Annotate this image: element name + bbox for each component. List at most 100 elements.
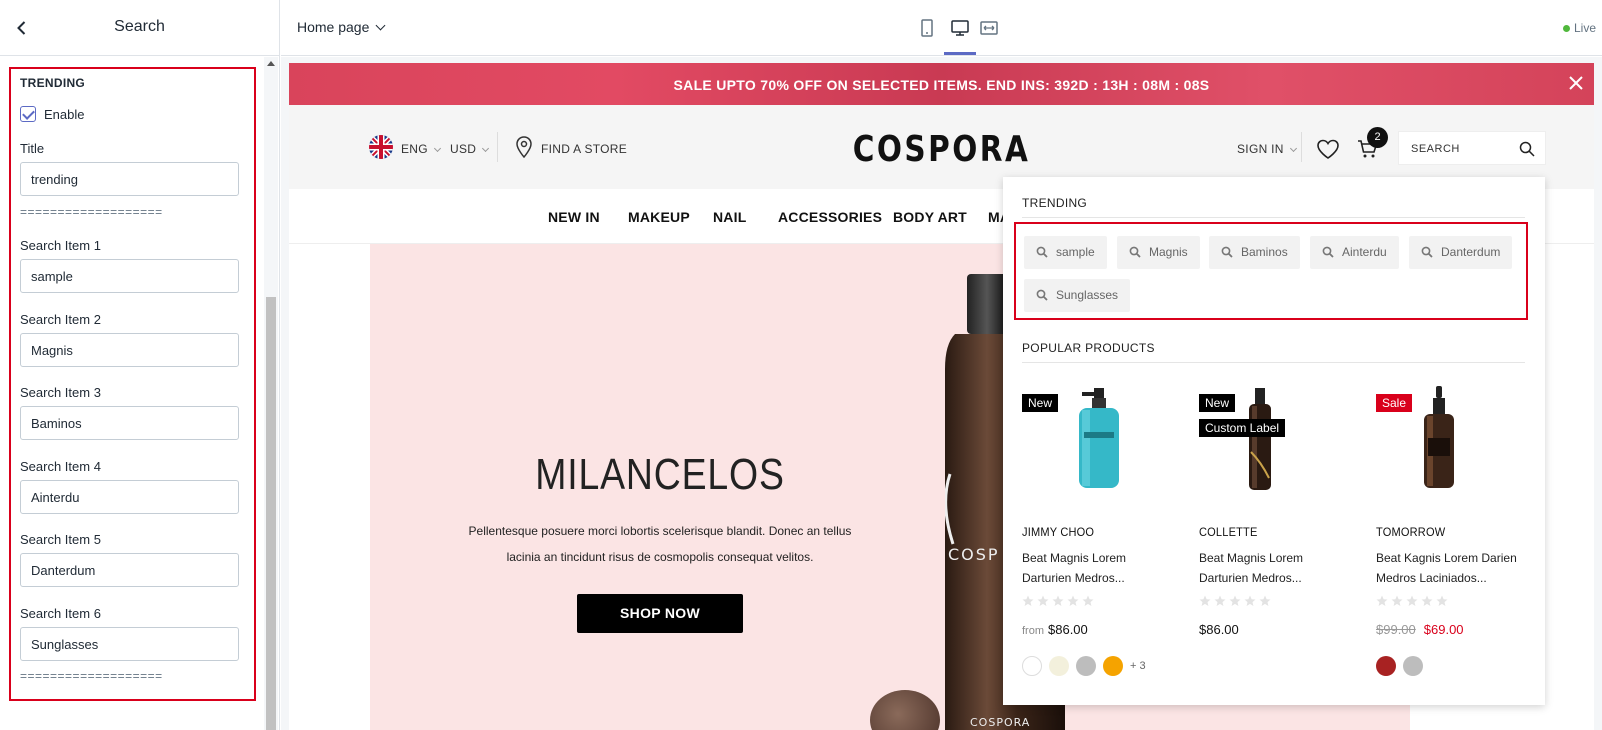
section-title: TRENDING	[20, 76, 86, 90]
sign-in-link[interactable]: SIGN IN	[1237, 142, 1297, 156]
active-view-indicator	[944, 52, 976, 55]
chip-label: Sunglasses	[1056, 288, 1119, 302]
search-item-3-label: Search Item 3	[20, 385, 101, 400]
page-selector[interactable]: Home page	[297, 19, 386, 35]
bottle-brand-text: COSP	[948, 545, 1000, 564]
trending-chip[interactable]: sample	[1024, 236, 1107, 269]
search-item-3-input[interactable]	[20, 406, 239, 440]
search-icon	[1322, 246, 1334, 258]
search-placeholder: SEARCH	[1411, 143, 1460, 155]
chip-label: Ainterdu	[1342, 245, 1387, 259]
enable-checkbox[interactable]	[20, 106, 36, 122]
search-icon[interactable]	[1519, 141, 1535, 157]
star-icon	[1214, 595, 1226, 606]
color-swatch[interactable]	[1376, 656, 1396, 676]
star-icon	[1199, 595, 1211, 606]
original-price: $99.00	[1376, 622, 1416, 637]
star-icon	[1067, 595, 1079, 606]
sidebar-title: Search	[114, 18, 165, 35]
search-item-4-input[interactable]	[20, 480, 239, 514]
trending-chip[interactable]: Magnis	[1117, 236, 1200, 269]
product-vendor: JIMMY CHOO	[1022, 525, 1095, 539]
mobile-view-icon[interactable]	[917, 18, 937, 38]
popular-products-heading: POPULAR PRODUCTS	[1022, 341, 1155, 355]
product-price: from $86.00	[1022, 622, 1088, 637]
title-input[interactable]	[20, 162, 239, 196]
product-title[interactable]: Beat Kagnis Lorem Darien Medros Laciniad…	[1376, 548, 1526, 588]
scrollbar-thumb[interactable]	[266, 297, 276, 730]
search-item-2-input[interactable]	[20, 333, 239, 367]
search-item-2-label: Search Item 2	[20, 312, 101, 327]
nav-item-body-art[interactable]: BODY ART	[893, 209, 967, 225]
trending-chip[interactable]: Ainterdu	[1310, 236, 1399, 269]
color-swatch[interactable]	[1103, 656, 1123, 676]
color-swatches	[1376, 656, 1430, 678]
star-icon	[1421, 595, 1433, 606]
uk-flag-icon[interactable]	[369, 135, 393, 159]
price-prefix: from	[1022, 625, 1044, 637]
star-icon	[1376, 595, 1388, 606]
heading-underline	[1022, 217, 1525, 218]
announcement-text: SALE UPTO 70% OFF ON SELECTED ITEMS. END…	[673, 77, 1210, 93]
search-item-6-input[interactable]	[20, 627, 239, 661]
trending-chip[interactable]: Baminos	[1209, 236, 1300, 269]
color-swatch[interactable]	[1403, 656, 1423, 676]
product-rating	[1199, 594, 1274, 608]
storefront: SALE UPTO 70% OFF ON SELECTED ITEMS. END…	[289, 63, 1594, 730]
search-item-5-input[interactable]	[20, 553, 239, 587]
shop-now-button[interactable]: SHOP NOW	[577, 594, 743, 633]
product-badge-new: New	[1022, 394, 1059, 412]
color-swatch[interactable]	[1049, 656, 1069, 676]
search-icon	[1421, 246, 1433, 258]
nav-item-nail[interactable]: NAIL	[713, 209, 746, 225]
trending-heading: TRENDING	[1022, 196, 1088, 210]
enable-label: Enable	[44, 107, 85, 122]
editor-topbar: Home page Live	[281, 0, 1602, 56]
star-icon	[1436, 595, 1448, 606]
sidebar-scrollbar[interactable]	[264, 57, 278, 730]
product-price: $86.00	[1199, 622, 1239, 637]
color-swatch[interactable]	[1022, 656, 1042, 676]
product-price: $99.00 $69.00	[1376, 622, 1464, 637]
nav-item-new-in[interactable]: NEW IN	[548, 209, 600, 225]
cart-count-badge: 2	[1367, 127, 1388, 148]
settings-sidebar: Search TRENDING Enable Title ===========…	[0, 0, 280, 730]
product-title[interactable]: Beat Magnis Lorem Darturien Medros...	[1199, 548, 1349, 588]
chevron-down-icon	[375, 20, 386, 31]
star-icon	[1022, 595, 1034, 606]
trending-chip[interactable]: Danterdum	[1409, 236, 1513, 269]
divider-text: ===================	[20, 205, 163, 219]
chip-label: Magnis	[1149, 245, 1188, 259]
star-icon	[1406, 595, 1418, 606]
scroll-up-arrow-icon[interactable]	[267, 61, 275, 66]
search-dropdown: TRENDING sample Magnis Baminos Ainterdu …	[1003, 177, 1545, 705]
desktop-view-icon[interactable]	[950, 18, 970, 38]
product-badge-custom: Custom Label	[1199, 419, 1286, 437]
product-vendor: COLLETTE	[1199, 525, 1258, 539]
more-swatches[interactable]: + 3	[1130, 660, 1146, 672]
fullscreen-view-icon[interactable]	[979, 18, 999, 38]
trending-chip[interactable]: Sunglasses	[1024, 279, 1131, 312]
hero-description: Pellentesque posuere morci lobortis scel…	[468, 524, 852, 564]
heading-underline	[1022, 362, 1525, 363]
color-swatch[interactable]	[1076, 656, 1096, 676]
product-badge-sale: Sale	[1376, 394, 1413, 412]
close-icon[interactable]	[1568, 75, 1584, 91]
search-item-4-label: Search Item 4	[20, 459, 101, 474]
nav-item-makeup[interactable]: MAKEUP	[628, 209, 690, 225]
search-item-5-label: Search Item 5	[20, 532, 101, 547]
wishlist-heart-icon[interactable]	[1316, 138, 1340, 160]
chip-label: Baminos	[1241, 245, 1288, 259]
star-icon	[1037, 595, 1049, 606]
theme-editor: Search TRENDING Enable Title ===========…	[0, 0, 1602, 730]
search-icon	[1036, 246, 1048, 258]
nav-item-accessories[interactable]: ACCESSORIES	[778, 209, 882, 225]
search-item-1-input[interactable]	[20, 259, 239, 293]
sign-in-label: SIGN IN	[1237, 142, 1284, 156]
star-icon	[1229, 595, 1241, 606]
sidebar-body: TRENDING Enable Title ==================…	[0, 57, 262, 722]
price-value: $86.00	[1199, 622, 1239, 637]
search-input[interactable]: SEARCH	[1398, 131, 1546, 165]
product-title[interactable]: Beat Magnis Lorem Darturien Medros...	[1022, 548, 1172, 588]
decorative-nut-image	[870, 690, 940, 730]
